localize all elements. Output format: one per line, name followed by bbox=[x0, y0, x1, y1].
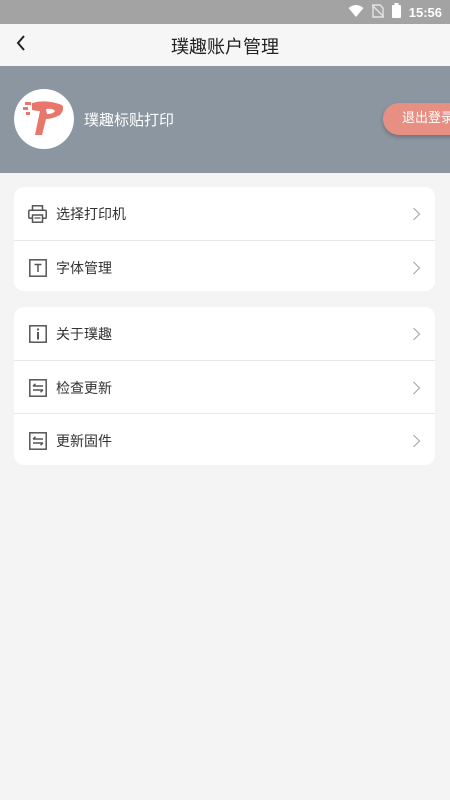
menu-group-device: 选择打印机 字体管理 bbox=[14, 187, 435, 291]
swap-icon bbox=[28, 431, 47, 450]
menu-group-about: 关于璞趣 检查更新 更新固件 bbox=[14, 307, 435, 465]
menu-item-about[interactable]: 关于璞趣 bbox=[14, 307, 435, 360]
wifi-icon bbox=[348, 3, 364, 22]
menu-item-label: 检查更新 bbox=[56, 381, 112, 397]
menu-item-font-management[interactable]: 字体管理 bbox=[14, 240, 435, 291]
avatar bbox=[14, 89, 74, 149]
logout-button[interactable]: 退出登录 bbox=[383, 103, 450, 135]
no-sim-icon bbox=[371, 3, 385, 22]
menu-item-select-printer[interactable]: 选择打印机 bbox=[14, 187, 435, 240]
chevron-right-icon bbox=[412, 380, 421, 395]
status-time: 15:56 bbox=[408, 4, 442, 20]
printer-icon bbox=[28, 204, 47, 223]
menu-item-label: 关于璞趣 bbox=[56, 327, 112, 343]
info-icon bbox=[28, 324, 47, 343]
chevron-right-icon bbox=[412, 326, 421, 341]
account-name: 璞趣标贴打印 bbox=[84, 111, 175, 129]
menu-item-label: 字体管理 bbox=[56, 261, 112, 277]
chevron-right-icon bbox=[412, 206, 421, 221]
title-bar: 璞趣账户管理 bbox=[0, 24, 450, 66]
menu-item-check-update[interactable]: 检查更新 bbox=[14, 360, 435, 413]
swap-icon bbox=[28, 378, 47, 397]
battery-icon bbox=[391, 2, 401, 22]
chevron-right-icon bbox=[412, 260, 421, 275]
font-icon bbox=[28, 258, 47, 277]
chevron-right-icon bbox=[412, 433, 421, 448]
account-banner: 璞趣标贴打印 退出登录 bbox=[0, 66, 450, 173]
app-logo-icon bbox=[22, 97, 66, 141]
menu-item-label: 选择打印机 bbox=[56, 207, 126, 223]
menu-item-label: 更新固件 bbox=[56, 434, 112, 450]
status-bar: 15:56 bbox=[0, 0, 450, 24]
menu-item-update-firmware[interactable]: 更新固件 bbox=[14, 413, 435, 465]
page-title: 璞趣账户管理 bbox=[171, 37, 279, 58]
